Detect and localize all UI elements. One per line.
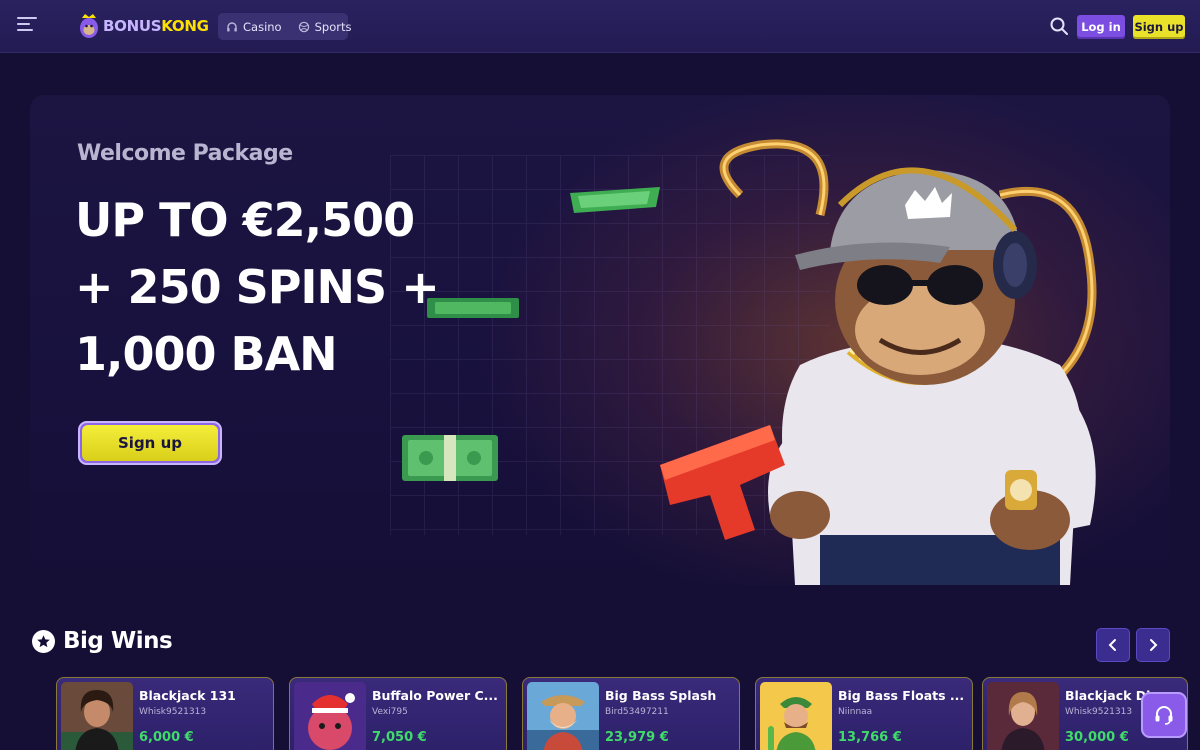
carousel-prev-button[interactable] bbox=[1096, 628, 1130, 662]
hero-signup-button[interactable]: Sign up bbox=[78, 421, 222, 465]
carousel-next-button[interactable] bbox=[1136, 628, 1170, 662]
hero-banner: Welcome Package UP TO €2,500 + 250 SPINS… bbox=[30, 95, 1170, 585]
signup-button-header[interactable]: Sign up bbox=[1133, 15, 1185, 39]
menu-icon[interactable] bbox=[17, 17, 37, 35]
big-win-card[interactable]: Blackjack 131 Whisk9521313 6,000 € bbox=[56, 677, 274, 750]
ball-icon bbox=[298, 21, 309, 32]
nav-sports-label: Sports bbox=[314, 19, 352, 34]
logo-part2: KONG bbox=[161, 17, 209, 35]
game-name: Buffalo Power C... bbox=[372, 688, 498, 703]
winner-username: Vexi795 bbox=[372, 707, 408, 717]
logo-part1: BONUS bbox=[103, 17, 162, 35]
game-thumbnail-big-bass-splash bbox=[527, 682, 599, 750]
win-amount: 23,979 € bbox=[605, 730, 669, 745]
hero-eyebrow: Welcome Package bbox=[77, 141, 293, 166]
hero-headline-line1: UP TO €2,500 bbox=[75, 193, 415, 247]
winner-username: Niinnaa bbox=[838, 707, 873, 717]
big-win-card[interactable]: Big Bass Splash Bird53497211 23,979 € bbox=[522, 677, 740, 750]
logo[interactable]: BONUSKONG bbox=[79, 10, 209, 42]
support-chat-button[interactable] bbox=[1141, 692, 1187, 738]
search-icon[interactable] bbox=[1049, 16, 1069, 36]
kong-logo-icon bbox=[79, 13, 99, 39]
win-amount: 6,000 € bbox=[139, 730, 194, 745]
big-wins-title: Big Wins bbox=[63, 628, 173, 654]
cash-stack-icon bbox=[402, 435, 498, 481]
big-win-card[interactable]: Big Bass Floats ... Niinnaa 13,766 € bbox=[755, 677, 973, 750]
logo-text: BONUSKONG bbox=[103, 17, 209, 35]
game-name: Blackjack 131 bbox=[139, 688, 236, 703]
win-amount: 30,000 € bbox=[1065, 730, 1129, 745]
game-thumbnail-blackjack-diamond bbox=[987, 682, 1059, 750]
nav-casino-label: Casino bbox=[243, 19, 282, 34]
login-button[interactable]: Log in bbox=[1077, 15, 1125, 39]
game-thumbnail-blackjack bbox=[61, 682, 133, 750]
star-icon bbox=[32, 629, 55, 653]
game-thumbnail-big-bass-floats bbox=[760, 682, 832, 750]
kong-mascot-illustration bbox=[660, 139, 1097, 585]
hero-headline-line2: + 250 SPINS + bbox=[75, 260, 440, 314]
win-amount: 13,766 € bbox=[838, 730, 902, 745]
win-amount: 7,050 € bbox=[372, 730, 427, 745]
game-thumbnail-buffalo bbox=[294, 682, 366, 750]
big-wins-header: Big Wins bbox=[32, 628, 173, 654]
hero-signup-label: Sign up bbox=[82, 425, 218, 461]
top-bar: BONUSKONG Casino Sports Log in Sign up bbox=[0, 0, 1200, 53]
headset-icon bbox=[1155, 706, 1173, 725]
chevron-right-icon bbox=[1150, 639, 1158, 651]
main-nav: Casino Sports bbox=[218, 13, 351, 40]
nav-sports[interactable]: Sports bbox=[290, 13, 360, 40]
winner-username: Bird53497211 bbox=[605, 707, 669, 717]
nav-casino[interactable]: Casino bbox=[218, 13, 290, 40]
big-win-card[interactable]: Buffalo Power C... Vexi795 7,050 € bbox=[289, 677, 507, 750]
chevron-left-icon bbox=[1108, 639, 1116, 651]
headphones-icon bbox=[227, 21, 237, 31]
game-name: Big Bass Floats ... bbox=[838, 688, 965, 703]
winner-username: Whisk9521313 bbox=[139, 707, 207, 717]
game-name: Big Bass Splash bbox=[605, 688, 717, 703]
banknote-icon bbox=[427, 298, 519, 318]
winner-username: Whisk9521313 bbox=[1065, 707, 1133, 717]
hero-headline-line3: 1,000 BAN bbox=[75, 327, 338, 381]
